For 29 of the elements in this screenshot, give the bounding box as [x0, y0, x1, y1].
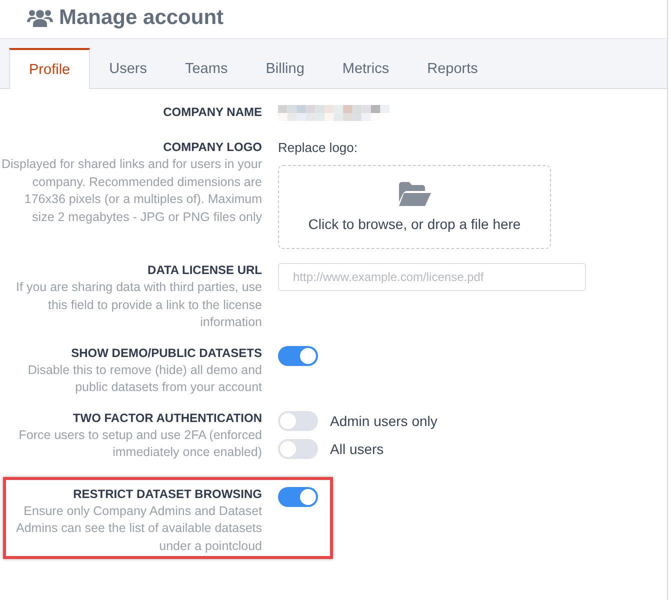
tab[interactable]: Profile [9, 48, 90, 89]
tab[interactable]: Reports [408, 48, 497, 89]
folder-icon [398, 182, 430, 206]
setting-description: Ensure only Company Admins and Dataset Admins can see the list of available datasets under a pointcloud [15, 502, 262, 555]
tab[interactable]: Billing [246, 48, 324, 89]
upload-caption: Replace logo: [278, 140, 358, 155]
page-title: Manage account [59, 6, 224, 30]
toggle-switch[interactable] [278, 410, 318, 430]
toggle-label: All users [330, 440, 384, 456]
url-input-field[interactable]: http://www.example.com/license.pdf [278, 263, 586, 291]
setting-label: SHOW DEMO/PUBLIC DATASETS [70, 346, 262, 360]
toggle-label: Admin users only [330, 412, 438, 428]
setting-label: COMPANY LOGO [162, 140, 262, 154]
file-drop-zone[interactable]: Click to browse, or drop a file here [278, 165, 551, 249]
toggle-switch[interactable] [278, 486, 318, 506]
tab[interactable]: Users [90, 48, 166, 89]
tab[interactable]: Teams [166, 48, 247, 89]
toggle-switch[interactable] [278, 346, 318, 366]
users-icon [27, 8, 53, 28]
setting-label: RESTRICT DATASET BROWSING [72, 486, 262, 500]
setting-description: Force users to setup and use 2FA (enforced immediately once enabled) [18, 426, 262, 461]
setting-label: COMPANY NAME [162, 105, 262, 119]
toggle-switch[interactable] [278, 438, 318, 458]
setting-description: Disable this to remove (hide) all demo and public datasets from your account [26, 362, 262, 396]
setting-label: TWO FACTOR AUTHENTICATION [72, 410, 262, 424]
setting-description: Displayed for shared links and for users in your company. Recommended dimensions are 176x36 pixels (or a multiples of). Maximum size 2 megabytes - JPG or PNG files only [0, 156, 262, 226]
setting-description: If you are sharing data with third parties, use this field to provide a link to the license information [15, 279, 262, 331]
tab[interactable]: Metrics [323, 48, 408, 89]
setting-label: DATA LICENSE URL [146, 263, 262, 277]
